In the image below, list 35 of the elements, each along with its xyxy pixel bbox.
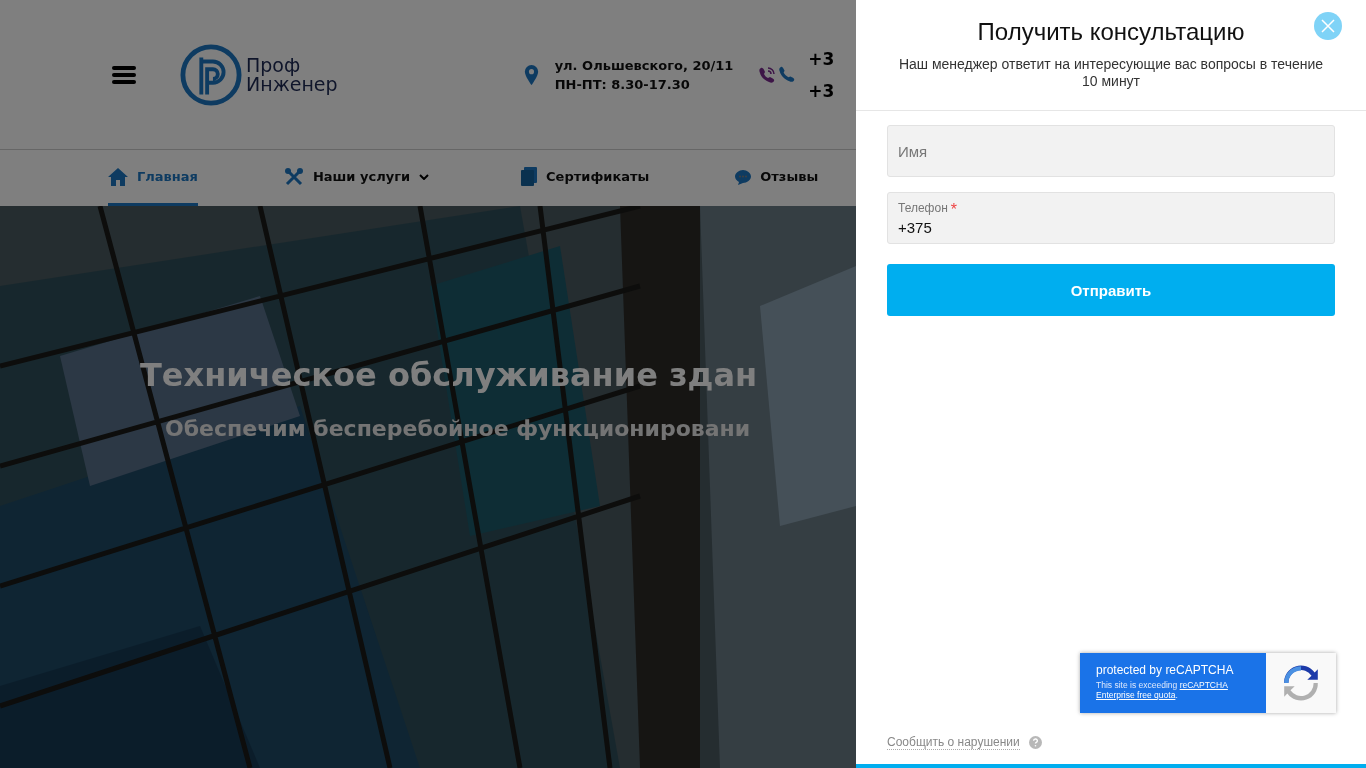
nav-link[interactable]: Наши услуги [283,150,430,206]
recaptcha-link[interactable]: reCAPTCHA [1179,680,1228,690]
logo-text: Проф [246,55,301,75]
logo-text: Инженер [246,74,338,94]
location-pin-icon [523,64,539,85]
phone-input[interactable]: +375 [898,218,1324,236]
chat-icon [735,168,752,185]
nav-link[interactable]: Сертификаты [521,150,650,206]
address-text: ул. Ольшевского, 20/11 [554,56,734,75]
close-button[interactable] [1314,12,1342,40]
help-icon[interactable] [1028,736,1042,749]
tools-icon [283,166,304,187]
logo-icon [180,43,242,106]
phone-field[interactable]: Телефон * +375 [887,192,1335,244]
viber-icon[interactable] [757,64,778,85]
report-link[interactable]: Сообщить о нарушении [887,735,1020,750]
nav-link[interactable]: Отзывы [735,150,819,206]
documents-icon [521,167,538,186]
hero-title: Техническое обслуживание здан [140,356,758,394]
phone-icon[interactable] [777,65,797,84]
name-field[interactable]: Имя [887,125,1335,177]
menu-icon[interactable] [112,64,136,85]
required-mark: * [950,200,957,219]
submit-button[interactable]: Отправить [887,264,1335,316]
form-title: Получить консультацию [976,18,1246,46]
recaptcha-title: protected by reCAPTCHA [1096,663,1235,677]
recaptcha-note: This site is exceeding reCAPTCHA Enterprise free quota. [1096,680,1229,700]
home-icon [108,167,128,186]
working-hours: ПН-ПТ: 8.30-17.30 [554,75,691,94]
form-subtitle: Наш менеджер ответит на интересующие вас вопросы в течение 10 минут [897,56,1325,90]
phone-number[interactable]: +3 [808,80,835,101]
hero-subtitle: Обеспечим бесперебойное функционировани [165,416,751,441]
phone-number[interactable]: +3 [808,48,835,69]
close-icon [1321,19,1335,33]
field-label: Телефон [898,200,948,217]
